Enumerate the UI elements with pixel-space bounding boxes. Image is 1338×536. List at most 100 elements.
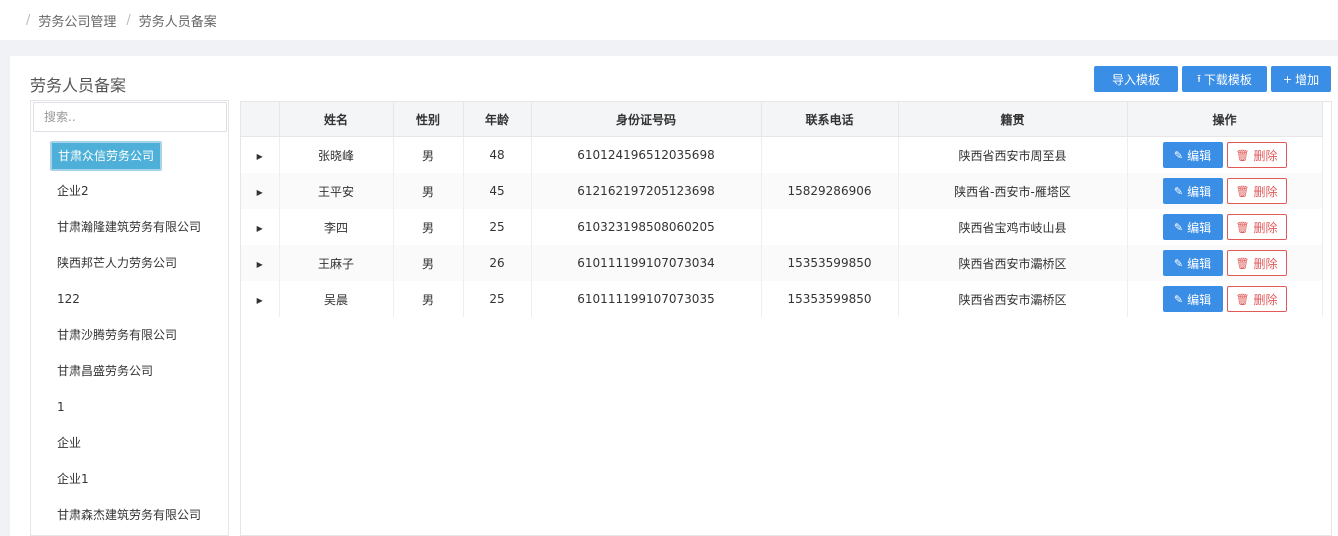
cell-name: 王麻子 [279, 245, 394, 281]
edit-button[interactable]: ✎ 编辑 [1162, 178, 1223, 204]
cell-gender: 男 [393, 245, 464, 281]
cell-id-number: 612162197205123698 [531, 173, 762, 209]
cell-age: 48 [463, 136, 532, 173]
expand-arrow-icon[interactable]: ▶ [257, 260, 263, 269]
trash-icon: 🗑 [1235, 256, 1250, 270]
delete-label: 删除 [1253, 256, 1278, 271]
column-header-phone: 联系电话 [761, 102, 899, 137]
column-header-native-place: 籍贯 [898, 102, 1128, 137]
column-header-gender: 性别 [393, 102, 464, 137]
expand-arrow-icon[interactable]: ▶ [257, 152, 263, 161]
breadcrumb-separator: / [126, 12, 131, 28]
breadcrumb-separator: / [26, 12, 31, 28]
delete-button[interactable]: 🗑 删除 [1226, 142, 1287, 168]
table-row: ▶ 张晓峰 男 48 610124196512035698 陕西省西安市周至县 … [241, 136, 1323, 173]
cell-name: 李四 [279, 209, 394, 245]
cell-id-number: 610124196512035698 [531, 136, 762, 173]
cell-phone: 15829286906 [761, 173, 899, 209]
tree-item[interactable]: 122 [57, 287, 80, 311]
delete-label: 删除 [1253, 292, 1278, 307]
breadcrumb: / 劳务公司管理 / 劳务人员备案 [0, 0, 1338, 40]
expand-column-header [241, 102, 280, 137]
trash-icon: 🗑 [1235, 184, 1250, 198]
cell-gender: 男 [393, 173, 464, 209]
edit-label: 编辑 [1187, 292, 1212, 307]
table-row: ▶ 李四 男 25 610323198508060205 陕西省宝鸡市岐山县 ✎… [241, 209, 1323, 245]
cell-id-number: 610323198508060205 [531, 209, 762, 245]
delete-button[interactable]: 🗑 删除 [1226, 178, 1287, 204]
cell-phone [761, 136, 899, 173]
column-header-name: 姓名 [279, 102, 394, 137]
cell-gender: 男 [393, 209, 464, 245]
personnel-table: 姓名 性别 年龄 身份证号码 联系电话 籍贯 操作 ▶ 张晓峰 男 48 610… [241, 102, 1323, 317]
column-header-id-number: 身份证号码 [531, 102, 762, 137]
cell-native-place: 陕西省宝鸡市岐山县 [898, 209, 1128, 245]
breadcrumb-item-labor-company[interactable]: 劳务公司管理 [38, 11, 116, 30]
trash-icon: 🗑 [1235, 148, 1250, 162]
delete-button[interactable]: 🗑 删除 [1226, 250, 1287, 276]
cell-age: 26 [463, 245, 532, 281]
trash-icon: 🗑 [1235, 220, 1250, 234]
expand-arrow-icon[interactable]: ▶ [257, 224, 263, 233]
table-row: ▶ 王平安 男 45 612162197205123698 1582928690… [241, 173, 1323, 209]
tree-item[interactable]: 甘肃森杰建筑劳务有限公司 [57, 503, 201, 527]
cell-phone: 15353599850 [761, 245, 899, 281]
cell-native-place: 陕西省西安市灞桥区 [898, 281, 1128, 317]
tree-item[interactable]: 甘肃瀚隆建筑劳务有限公司 [57, 215, 201, 239]
tree-item-selected[interactable]: 甘肃众信劳务公司 [50, 141, 163, 171]
edit-button[interactable]: ✎ 编辑 [1162, 286, 1223, 312]
edit-button[interactable]: ✎ 编辑 [1162, 142, 1223, 168]
tree-item[interactable]: 企业 [57, 431, 81, 455]
cell-id-number: 610111199107073034 [531, 245, 762, 281]
column-header-actions: 操作 [1127, 102, 1323, 137]
cell-phone: 15353599850 [761, 281, 899, 317]
expand-arrow-icon[interactable]: ▶ [257, 188, 263, 197]
cell-name: 王平安 [279, 173, 394, 209]
delete-button[interactable]: 🗑 删除 [1226, 214, 1287, 240]
cell-name: 吴晨 [279, 281, 394, 317]
delete-label: 删除 [1253, 184, 1278, 199]
delete-label: 删除 [1253, 220, 1278, 235]
pencil-icon: ✎ [1173, 184, 1184, 198]
expand-arrow-icon[interactable]: ▶ [257, 296, 263, 305]
download-template-label: 下载模板 [1203, 72, 1252, 87]
cell-age: 25 [463, 209, 532, 245]
add-label: 增加 [1295, 72, 1320, 87]
pencil-icon: ✎ [1173, 220, 1184, 234]
table-row: ▶ 吴晨 男 25 610111199107073035 15353599850… [241, 281, 1323, 317]
tree-item[interactable]: 甘肃沙腾劳务有限公司 [57, 323, 177, 347]
tree-item[interactable]: 企业2 [57, 179, 89, 203]
personnel-table-container: 姓名 性别 年龄 身份证号码 联系电话 籍贯 操作 ▶ 张晓峰 男 48 610… [240, 101, 1332, 536]
cell-id-number: 610111199107073035 [531, 281, 762, 317]
add-button[interactable]: + 增加 [1271, 66, 1331, 92]
cell-name: 张晓峰 [279, 136, 394, 173]
table-header-row: 姓名 性别 年龄 身份证号码 联系电话 籍贯 操作 [241, 102, 1323, 137]
search-input[interactable] [33, 102, 227, 132]
edit-button[interactable]: ✎ 编辑 [1162, 250, 1223, 276]
edit-button[interactable]: ✎ 编辑 [1162, 214, 1223, 240]
plus-icon: + [1282, 72, 1293, 86]
edit-label: 编辑 [1187, 148, 1212, 163]
pencil-icon: ✎ [1173, 256, 1184, 270]
cell-age: 25 [463, 281, 532, 317]
cell-gender: 男 [393, 136, 464, 173]
main-panel: 劳务人员备案 导入模板 ⭱ 下载模板 + 增加 甘肃众信劳务公司 企业2 甘肃瀚… [10, 56, 1338, 536]
import-template-button[interactable]: 导入模板 [1094, 66, 1178, 92]
delete-label: 删除 [1253, 148, 1278, 163]
tree-item[interactable]: 1 [57, 395, 65, 419]
cell-age: 45 [463, 173, 532, 209]
breadcrumb-item-labor-record[interactable]: 劳务人员备案 [139, 11, 217, 30]
cell-native-place: 陕西省西安市灞桥区 [898, 245, 1128, 281]
tree-item[interactable]: 企业1 [57, 467, 89, 491]
company-tree: 甘肃众信劳务公司 企业2 甘肃瀚隆建筑劳务有限公司 陕西邦芒人力劳务公司 122… [30, 100, 229, 536]
download-template-button[interactable]: ⭱ 下载模板 [1182, 66, 1267, 92]
edit-label: 编辑 [1187, 220, 1212, 235]
cell-gender: 男 [393, 281, 464, 317]
tree-item[interactable]: 陕西邦芒人力劳务公司 [57, 251, 177, 275]
cell-native-place: 陕西省-西安市-雁塔区 [898, 173, 1128, 209]
import-template-label: 导入模板 [1111, 72, 1160, 87]
upload-icon: ⭱ [1197, 71, 1201, 85]
delete-button[interactable]: 🗑 删除 [1226, 286, 1287, 312]
pencil-icon: ✎ [1173, 148, 1184, 162]
tree-item[interactable]: 甘肃昌盛劳务公司 [57, 359, 153, 383]
